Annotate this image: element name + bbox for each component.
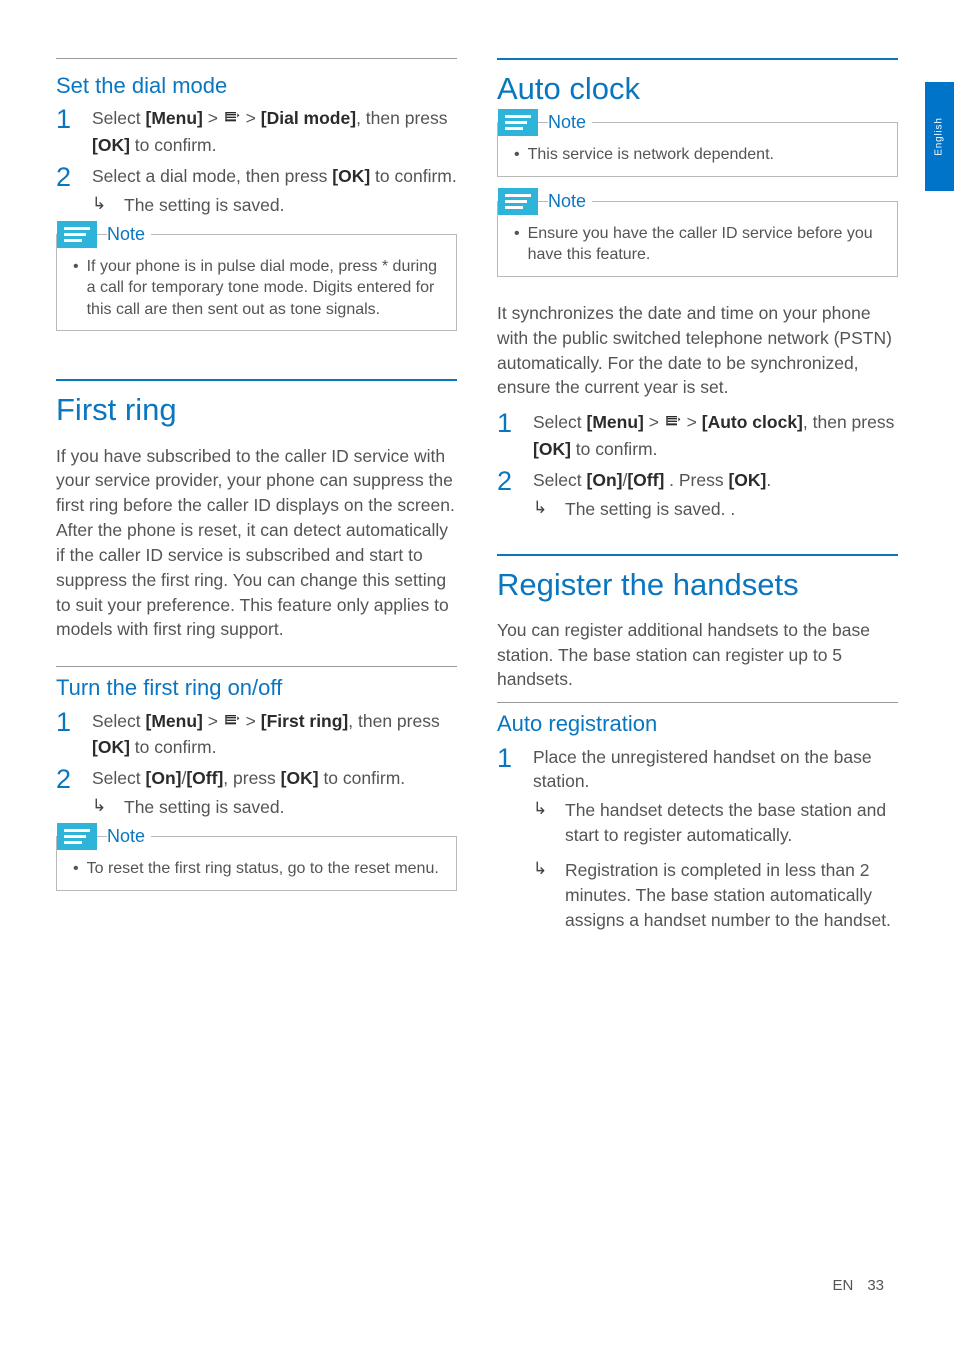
step-text: Select [Menu] > > [Dial mode], then pres… bbox=[92, 106, 457, 158]
note-label: Note bbox=[548, 189, 592, 213]
dial-mode-steps: 1 Select [Menu] > > [Dial mode], then pr… bbox=[56, 106, 457, 217]
top-rule bbox=[56, 58, 457, 73]
auto-clock-steps: 1 Select [Menu] > > [Auto clock], then p… bbox=[497, 410, 898, 521]
list-item: 1 Select [Menu] > > [First ring], then p… bbox=[56, 709, 457, 761]
note-header: Note bbox=[57, 823, 456, 850]
note-header: Note bbox=[498, 109, 897, 136]
language-tab-label: English bbox=[934, 117, 945, 155]
note-icon bbox=[57, 221, 97, 248]
step-text: Select a dial mode, then press [OK] to c… bbox=[92, 164, 457, 218]
step-number: 1 bbox=[56, 106, 78, 158]
step-number: 1 bbox=[497, 745, 519, 933]
note-text: To reset the first ring status, go to th… bbox=[73, 858, 444, 880]
note-text: If your phone is in pulse dial mode, pre… bbox=[73, 256, 444, 321]
right-column: Auto clock Note This service is network … bbox=[497, 58, 898, 946]
step-text: Select [Menu] > > [First ring], then pre… bbox=[92, 709, 457, 761]
note-icon bbox=[498, 109, 538, 136]
result-arrow-icon: ↳ bbox=[92, 795, 110, 820]
list-item: 1 Select [Menu] > > [Auto clock], then p… bbox=[497, 410, 898, 462]
step-text: Select [On]/[Off] . Press [OK]. ↳ The se… bbox=[533, 468, 898, 522]
list-item: 1 Select [Menu] > > [Dial mode], then pr… bbox=[56, 106, 457, 158]
note-box: Note Ensure you have the caller ID servi… bbox=[497, 201, 898, 277]
note-header: Note bbox=[57, 221, 456, 248]
auto-registration-heading: Auto registration bbox=[497, 702, 898, 736]
settings-icon bbox=[223, 711, 241, 736]
note-text: Ensure you have the caller ID service be… bbox=[514, 223, 885, 266]
step-number: 1 bbox=[497, 410, 519, 462]
step-result: ↳ The setting is saved. . bbox=[533, 497, 898, 522]
step-number: 1 bbox=[56, 709, 78, 761]
step-number: 2 bbox=[56, 766, 78, 820]
step-result: ↳ Registration is completed in less than… bbox=[533, 858, 898, 933]
step-result: ↳ The handset detects the base station a… bbox=[533, 798, 898, 848]
first-ring-sub-heading: Turn the first ring on/off bbox=[56, 666, 457, 700]
auto-clock-heading: Auto clock bbox=[497, 58, 898, 106]
result-arrow-icon: ↳ bbox=[92, 193, 110, 218]
list-item: 2 Select a dial mode, then press [OK] to… bbox=[56, 164, 457, 218]
step-result: ↳ The setting is saved. bbox=[92, 795, 457, 820]
note-header: Note bbox=[498, 188, 897, 215]
auto-registration-steps: 1 Place the unregistered handset on the … bbox=[497, 745, 898, 933]
register-paragraph: You can register additional handsets to … bbox=[497, 618, 898, 693]
note-box: Note To reset the first ring status, go … bbox=[56, 836, 457, 891]
result-arrow-icon: ↳ bbox=[533, 798, 551, 848]
result-arrow-icon: ↳ bbox=[533, 858, 551, 933]
note-icon bbox=[57, 823, 97, 850]
first-ring-heading: First ring bbox=[56, 379, 457, 427]
step-text: Select [On]/[Off], press [OK] to confirm… bbox=[92, 766, 457, 820]
step-text: Select [Menu] > > [Auto clock], then pre… bbox=[533, 410, 898, 462]
list-item: 2 Select [On]/[Off], press [OK] to confi… bbox=[56, 766, 457, 820]
result-arrow-icon: ↳ bbox=[533, 497, 551, 522]
settings-icon bbox=[223, 108, 241, 133]
step-number: 2 bbox=[56, 164, 78, 218]
left-column: Set the dial mode 1 Select [Menu] > > [D… bbox=[56, 58, 457, 946]
step-text: Place the unregistered handset on the ba… bbox=[533, 745, 898, 933]
footer-language: EN bbox=[832, 1277, 853, 1294]
first-ring-steps: 1 Select [Menu] > > [First ring], then p… bbox=[56, 709, 457, 820]
auto-clock-paragraph: It synchronizes the date and time on you… bbox=[497, 301, 898, 400]
step-number: 2 bbox=[497, 468, 519, 522]
register-heading: Register the handsets bbox=[497, 554, 898, 602]
list-item: 1 Place the unregistered handset on the … bbox=[497, 745, 898, 933]
note-label: Note bbox=[107, 824, 151, 848]
note-text: This service is network dependent. bbox=[514, 144, 885, 166]
dial-mode-heading: Set the dial mode bbox=[56, 73, 457, 98]
note-label: Note bbox=[107, 222, 151, 246]
note-icon bbox=[498, 188, 538, 215]
first-ring-paragraph: If you have subscribed to the caller ID … bbox=[56, 444, 457, 643]
note-box: Note This service is network dependent. bbox=[497, 122, 898, 177]
settings-icon bbox=[664, 412, 682, 437]
page-body: Set the dial mode 1 Select [Menu] > > [D… bbox=[0, 0, 954, 946]
note-label: Note bbox=[548, 110, 592, 134]
page-footer: EN 33 bbox=[832, 1277, 884, 1294]
list-item: 2 Select [On]/[Off] . Press [OK]. ↳ The … bbox=[497, 468, 898, 522]
step-result: ↳ The setting is saved. bbox=[92, 193, 457, 218]
note-box: Note If your phone is in pulse dial mode… bbox=[56, 234, 457, 332]
language-tab: English bbox=[925, 82, 954, 191]
footer-page-number: 33 bbox=[867, 1277, 884, 1294]
